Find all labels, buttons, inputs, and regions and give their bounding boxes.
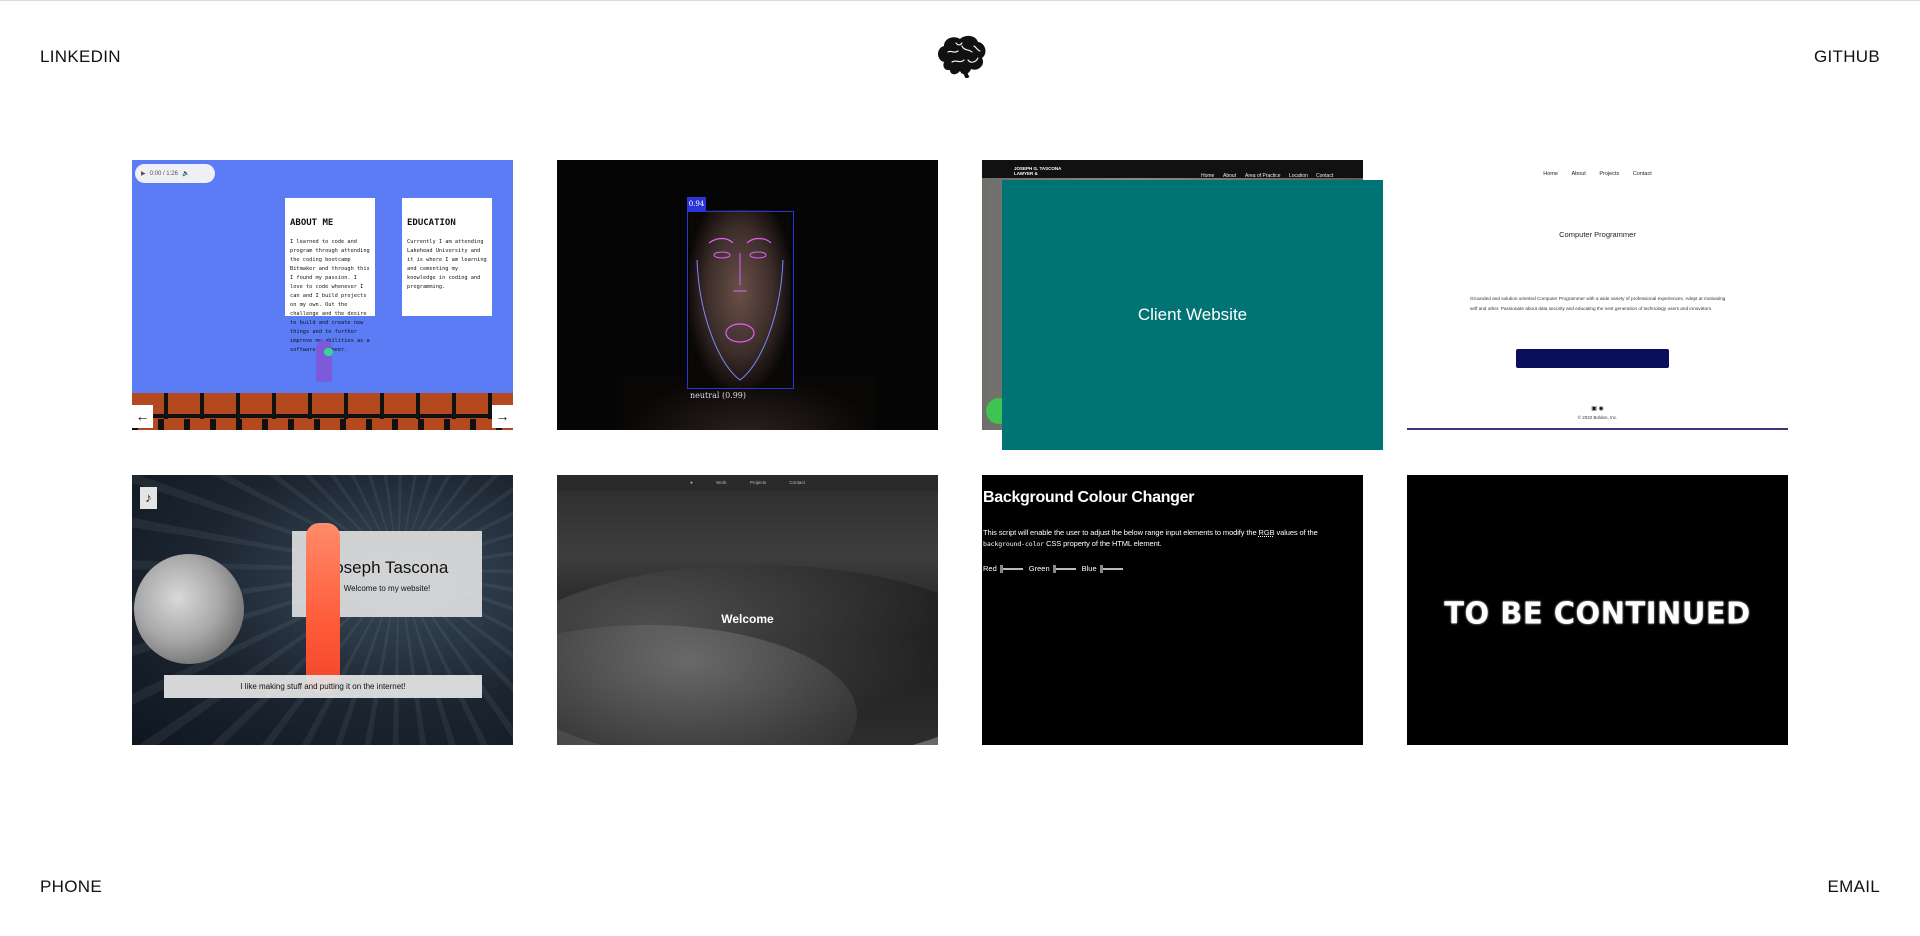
project-tile-colour-changer[interactable]: Background Colour Changer This script wi… xyxy=(982,475,1363,745)
expression-label: neutral (0.99) xyxy=(690,391,747,400)
top-border xyxy=(0,0,1920,1)
rgb-sliders: Red Green Blue xyxy=(983,564,1125,573)
nav-projects: Projects xyxy=(1599,171,1620,177)
nav-projects: Projects xyxy=(749,480,767,485)
character-sprite xyxy=(316,340,332,382)
github-link[interactable]: GITHUB xyxy=(1814,47,1880,67)
arrow-left-icon[interactable]: ← xyxy=(132,405,153,428)
linkedin-link[interactable]: LINKEDIN xyxy=(40,47,121,67)
project-tile-face-detection[interactable]: 0.94 neutral (0.99) xyxy=(557,160,938,430)
detection-score: 0.94 xyxy=(687,197,706,211)
about-text: I learned to code and program through at… xyxy=(290,239,370,353)
nav-contact: Contact xyxy=(1632,171,1652,177)
audio-time: 0:00 / 1:26 xyxy=(149,170,178,177)
education-title: EDUCATION xyxy=(407,218,456,228)
brick-gap xyxy=(132,414,513,418)
nav-logo-icon: ● xyxy=(690,480,693,485)
red-slider xyxy=(999,564,1023,573)
site-cta-button xyxy=(1516,349,1669,368)
character-visor xyxy=(324,348,333,356)
nav-about: About xyxy=(1571,171,1586,177)
project-tile-client-website[interactable]: JOSEPH G. TASCONA LAWYER & Home About Ar… xyxy=(982,160,1383,450)
about-title: ABOUT ME xyxy=(290,218,334,228)
overlay-label: Client Website xyxy=(1137,305,1248,324)
changer-title: Background Colour Changer xyxy=(983,489,1195,506)
changer-description: This script will enable the user to adju… xyxy=(983,527,1361,550)
site-bottom-border xyxy=(1407,428,1788,430)
site-copyright: © 2022 Bolden, Inc. xyxy=(1577,415,1618,420)
client-website-overlay[interactable]: Client Website xyxy=(1002,180,1383,450)
projects-grid: ▶ 0:00 / 1:26 🔈 ABOUT ME I learned to co… xyxy=(132,160,1788,745)
desc-post: CSS property of the HTML element. xyxy=(1044,539,1162,548)
phone-link[interactable]: PHONE xyxy=(40,877,102,897)
nav-home: Home xyxy=(1543,171,1558,177)
blue-slider xyxy=(1099,564,1123,573)
audio-player[interactable]: ▶ 0:00 / 1:26 🔈 xyxy=(135,164,215,183)
green-slider xyxy=(1052,564,1076,573)
desc-pre: This script will enable the user to adju… xyxy=(983,528,1259,537)
desc-rgb: RGB xyxy=(1258,528,1275,537)
play-icon[interactable]: ▶ xyxy=(141,170,146,177)
project-tile-computer-programmer[interactable]: Home About Projects Contact Computer Pro… xyxy=(1407,160,1788,430)
to-be-continued-label: TO BE CONTINUED xyxy=(1444,595,1751,631)
rocket-flame xyxy=(306,523,340,693)
site-brand: JOSEPH G. TASCONA LAWYER & xyxy=(1014,166,1062,176)
project-tile-mario-portfolio[interactable]: ▶ 0:00 / 1:26 🔈 ABOUT ME I learned to co… xyxy=(132,160,513,430)
moon-image xyxy=(134,554,244,664)
desc-mid: values of the xyxy=(1274,528,1318,537)
blue-label: Blue xyxy=(1081,564,1097,573)
site-social-icons: ▣ ◉ xyxy=(1591,406,1604,412)
site-welcome: Welcome xyxy=(721,612,774,626)
volume-icon[interactable]: 🔈 xyxy=(182,170,189,177)
brain-icon[interactable] xyxy=(934,32,988,80)
detection-box xyxy=(687,211,794,389)
site-tagline: I like making stuff and putting it on th… xyxy=(164,675,482,698)
education-card: EDUCATION Currently I am attending Lakeh… xyxy=(402,198,492,316)
arrow-right-icon[interactable]: → xyxy=(492,405,513,428)
site-nav: Home About Projects Contact xyxy=(1407,171,1788,177)
site-nav: ● Work Projects Contact xyxy=(557,475,938,491)
site-blurb: Grounded and solution oriented Computer … xyxy=(1470,296,1726,311)
site-title: Computer Programmer xyxy=(1559,230,1636,239)
nav-work: Work xyxy=(716,480,727,485)
brick-ground-lower xyxy=(132,419,513,430)
project-tile-to-be-continued[interactable]: TO BE CONTINUED xyxy=(1407,475,1788,745)
education-text: Currently I am attending Lakehead Univer… xyxy=(407,239,487,290)
about-card: ABOUT ME I learned to code and program t… xyxy=(285,198,375,353)
nav-contact: Contact xyxy=(789,480,805,485)
project-tile-space-site[interactable]: ♪ Joseph Tascona Welcome to my website! … xyxy=(132,475,513,745)
desc-code: background-color xyxy=(983,540,1045,548)
email-link[interactable]: EMAIL xyxy=(1827,877,1880,897)
red-label: Red xyxy=(983,564,997,573)
project-tile-dunes-site[interactable]: ● Work Projects Contact Welcome xyxy=(557,475,938,745)
green-label: Green xyxy=(1028,564,1050,573)
music-note-icon[interactable]: ♪ xyxy=(140,487,157,509)
